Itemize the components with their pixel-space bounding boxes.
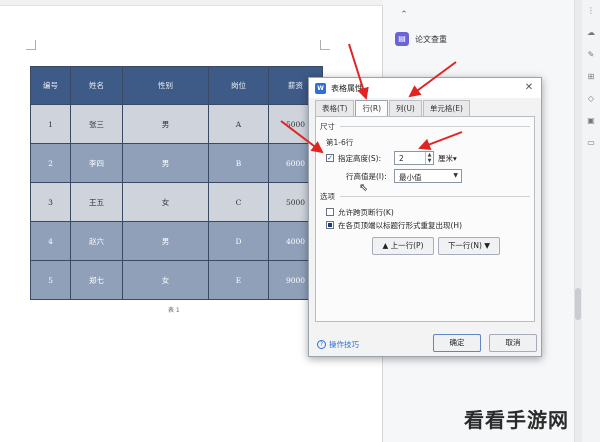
tips-label: 操作技巧: [329, 340, 359, 349]
table-cell[interactable]: 男: [122, 104, 209, 144]
lock-icon[interactable]: ▣: [586, 116, 596, 126]
header-cell[interactable]: 编号: [30, 66, 71, 105]
repeat-header-label: 在各页顶端以标题行形式重复出现(H): [338, 221, 462, 230]
tips-link[interactable]: ? 操作技巧: [317, 339, 359, 350]
header-cell[interactable]: 姓名: [70, 66, 123, 105]
table-header-row: 编号 姓名 性别 岗位 薪资: [30, 66, 323, 105]
spin-down-icon[interactable]: ▼: [426, 158, 433, 164]
rows-range-label: 第1-6行: [326, 138, 354, 147]
options-group-label: 选项: [320, 192, 335, 201]
allow-break-label: 允许跨页断行(K): [338, 208, 394, 217]
table-cell[interactable]: E: [208, 260, 269, 300]
table-cell[interactable]: 赵六: [70, 221, 123, 261]
table-cell[interactable]: 女: [122, 260, 209, 300]
size-group-label: 尺寸: [320, 122, 335, 131]
options-group-divider: [340, 196, 530, 197]
right-toolbar: ⋮ ☁ ✎ ⊞ ◇ ▣ ▭: [582, 0, 600, 442]
table-row: 4 赵六 男 D 4000: [30, 221, 323, 261]
dialog-titlebar[interactable]: W 表格属性 ✕: [309, 78, 541, 98]
cloud-icon[interactable]: ☁: [586, 28, 596, 38]
paper-check-label: 论文查重: [415, 34, 447, 44]
table-cell[interactable]: 5: [30, 260, 71, 300]
folder-icon[interactable]: ▭: [586, 138, 596, 148]
paper-check-item[interactable]: ▤ 论文查重: [391, 28, 463, 50]
table-caption: 表 1: [168, 307, 180, 314]
table-row: 1 张三 男 A 5000: [30, 104, 323, 144]
size-group-divider: [340, 126, 530, 127]
table-cell[interactable]: 郑七: [70, 260, 123, 300]
header-cell[interactable]: 岗位: [208, 66, 269, 105]
height-stepper[interactable]: 2 ▲ ▼: [394, 151, 434, 165]
table-cell[interactable]: A: [208, 104, 269, 144]
paper-check-icon: ▤: [395, 32, 409, 46]
wps-app-icon: W: [315, 82, 326, 94]
tab-table[interactable]: 表格(T): [315, 100, 355, 116]
repeat-header-checkbox[interactable]: [326, 221, 334, 229]
tab-column[interactable]: 列(U): [389, 100, 422, 116]
close-icon[interactable]: ✕: [521, 80, 537, 96]
table-cell[interactable]: B: [208, 143, 269, 183]
table-cell[interactable]: C: [208, 182, 269, 222]
table-properties-dialog: W 表格属性 ✕ 表格(T) 行(R) 列(U) 单元格(E) 尺寸 第1-6行…: [308, 77, 542, 357]
chevron-down-icon: ▼: [453, 172, 458, 179]
table-cell[interactable]: 王五: [70, 182, 123, 222]
mouse-pointer-icon: ⇖: [359, 181, 369, 194]
row-height-is-value: 最小值: [399, 173, 422, 182]
header-cell[interactable]: 性别: [122, 66, 209, 105]
table-cell[interactable]: 张三: [70, 104, 123, 144]
ok-button[interactable]: 确定: [433, 334, 481, 352]
table-cell[interactable]: 男: [122, 143, 209, 183]
side-panel-scrollbar[interactable]: [575, 288, 581, 320]
table-cell[interactable]: 男: [122, 221, 209, 261]
page-margin-corner-left: [26, 40, 36, 50]
table-cell[interactable]: 李四: [70, 143, 123, 183]
data-table[interactable]: 编号 姓名 性别 岗位 薪资 1 张三 男 A 5000 2 李四 男 B 60…: [30, 66, 323, 300]
specify-height-label: 指定高度(S):: [338, 154, 382, 163]
table-cell[interactable]: 4: [30, 221, 71, 261]
previous-row-button[interactable]: ▲ 上一行(P): [372, 237, 434, 255]
collapse-up-icon[interactable]: ⌃: [397, 8, 411, 22]
row-tab-panel: 尺寸 第1-6行 ✓ 指定高度(S): 2 ▲ ▼ 厘米▾ 行高值是(I): 最…: [315, 116, 535, 322]
table-cell[interactable]: 女: [122, 182, 209, 222]
height-unit-select[interactable]: 厘米▾: [438, 153, 457, 164]
table-cell[interactable]: D: [208, 221, 269, 261]
tab-row[interactable]: 行(R): [355, 100, 389, 117]
specify-height-checkbox[interactable]: ✓: [326, 154, 334, 162]
table-cell[interactable]: 2: [30, 143, 71, 183]
edit-icon[interactable]: ✎: [586, 50, 596, 60]
table-row: 3 王五 女 C 5000: [30, 182, 323, 222]
shape-icon[interactable]: ◇: [586, 94, 596, 104]
height-value: 2: [399, 154, 404, 163]
grid-icon[interactable]: ⊞: [586, 72, 596, 82]
row-height-is-select[interactable]: 最小值 ▼: [394, 169, 462, 183]
table-row: 5 郑七 女 E 9000: [30, 260, 323, 300]
ruler-strip: [0, 0, 383, 6]
height-stepper-buttons: ▲ ▼: [425, 152, 433, 164]
dialog-tabs: 表格(T) 行(R) 列(U) 单元格(E): [315, 100, 471, 117]
dialog-title: 表格属性: [331, 83, 363, 93]
table-row: 2 李四 男 B 6000: [30, 143, 323, 183]
cancel-button[interactable]: 取消: [489, 334, 537, 352]
allow-break-checkbox[interactable]: [326, 208, 334, 216]
tab-cell[interactable]: 单元格(E): [422, 100, 470, 116]
more-icon[interactable]: ⋮: [586, 6, 596, 16]
table-cell[interactable]: 1: [30, 104, 71, 144]
page-margin-corner-right: [320, 40, 330, 50]
tips-icon: ?: [317, 340, 326, 349]
watermark: 看看手游网: [464, 408, 569, 432]
table-cell[interactable]: 3: [30, 182, 71, 222]
next-row-button[interactable]: 下一行(N) ▼: [438, 237, 500, 255]
